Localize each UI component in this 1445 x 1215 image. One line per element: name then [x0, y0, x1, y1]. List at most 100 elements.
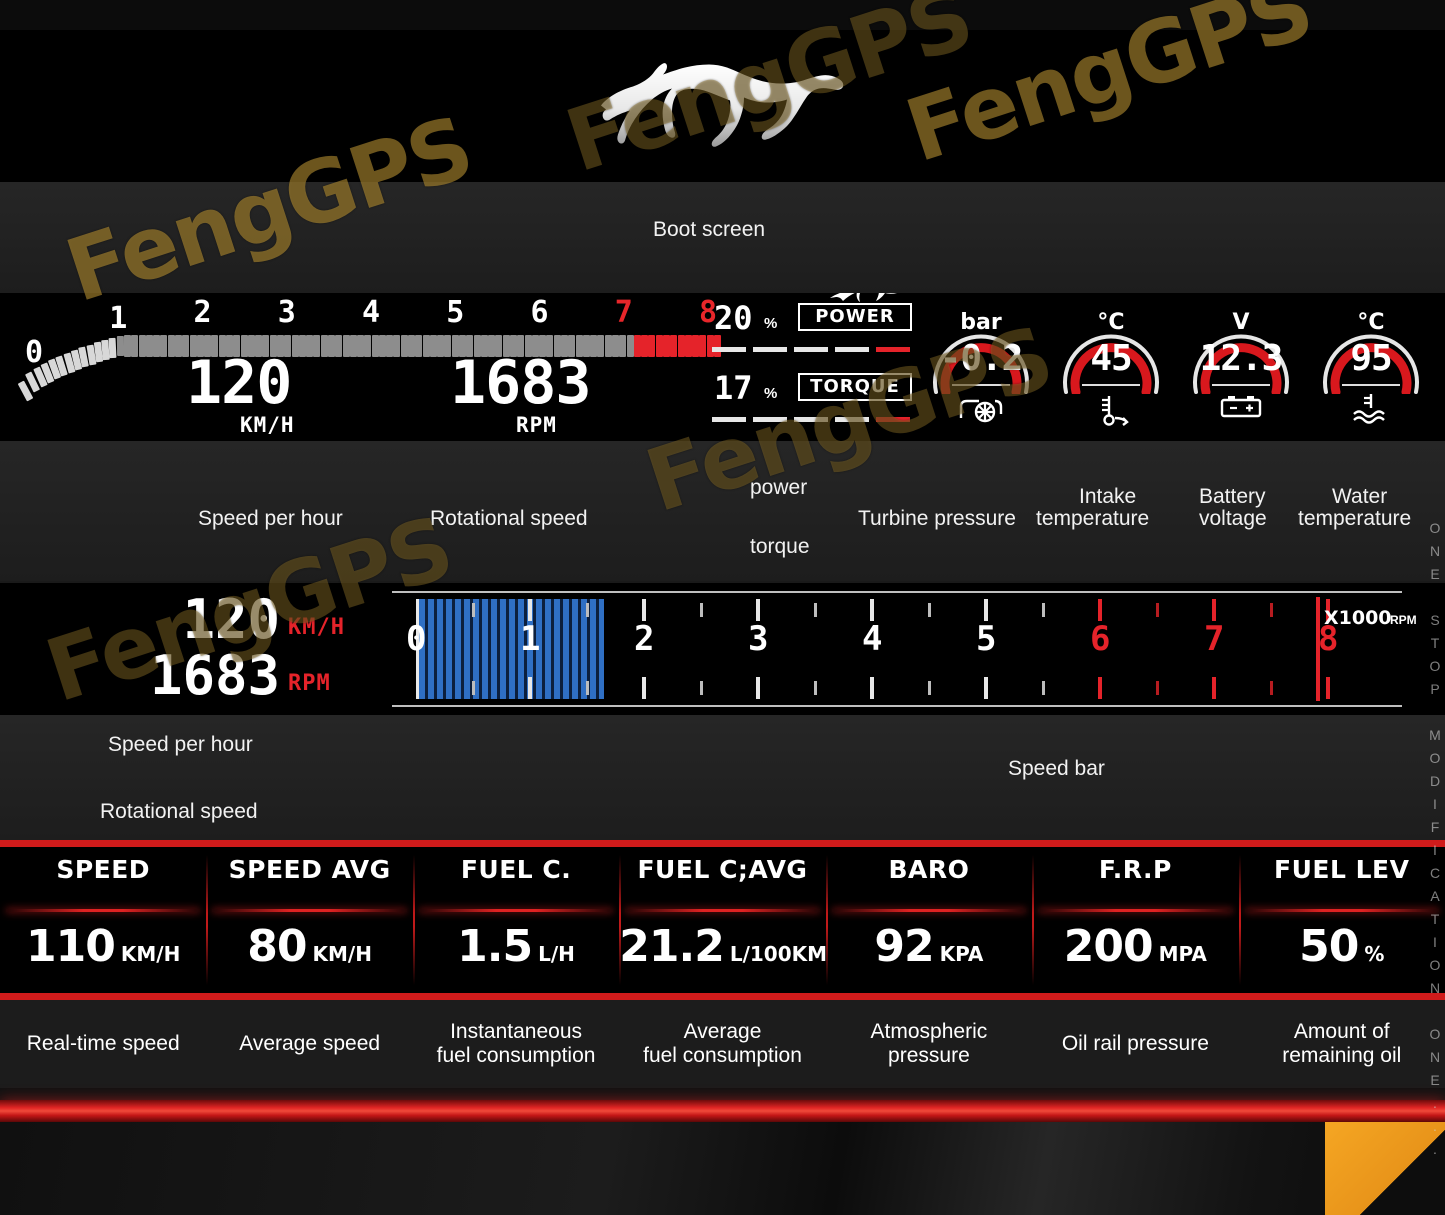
table-value-row: 50% [1239, 921, 1445, 972]
tach-segment [378, 335, 386, 357]
tach-segment [386, 335, 394, 357]
tach-tick-3: 3 [277, 295, 296, 330]
tach-segment [648, 335, 656, 357]
gauge-separator [952, 384, 1010, 386]
caption-speed: Speed per hour [198, 507, 343, 530]
table-column: SPEED AVG 80 KM/H [206, 847, 412, 993]
table-value-row: 1.5 L/H [413, 921, 619, 972]
torque-percent: 17 [714, 369, 753, 407]
torque-percent-symbol: % [764, 385, 778, 402]
tach-segment [167, 335, 175, 357]
battery-icon [1182, 392, 1300, 425]
tach-segment [400, 335, 408, 357]
bar-tick [753, 347, 787, 352]
rpm-tick-label-6: 6 [1090, 619, 1111, 659]
tach-segment [393, 335, 401, 357]
rpm-major-tick [870, 599, 874, 621]
tach-segment [619, 335, 627, 357]
boot-caption: Boot screen [653, 218, 766, 241]
rpm-scale-bar: 0 1 2 3 4 5 6 7 8 X1000 RPM [392, 591, 1417, 707]
bar-tick [835, 417, 869, 422]
table-header: FUEL LEV [1274, 855, 1410, 884]
table-unit: % [1364, 942, 1385, 966]
bottom-red-divider [0, 1100, 1445, 1122]
tach-segment [692, 335, 700, 357]
caption-turbine: Turbine pressure [858, 507, 1016, 530]
bar-speed-value: 120 [182, 588, 280, 651]
table-column: FUEL C. 1.5 L/H [412, 847, 619, 993]
tach-segment [655, 335, 663, 357]
tach-tick-2: 2 [193, 295, 212, 330]
rpm-tick-label-4: 4 [862, 619, 883, 659]
product-infographic-page: Boot screen 012345678 120 KM/H 1683 RPM … [0, 0, 1445, 1215]
rpm-major-tick [1212, 599, 1216, 621]
data-table-panel: SPEED 110 KM/H SPEED AVG 80 KM/H FUEL C. 1.5 L/H… [0, 840, 1445, 1000]
tach-segment [408, 335, 416, 357]
table-description: Average fuel consumption [643, 1019, 802, 1067]
footer-orange-accent [1325, 1122, 1445, 1215]
tach-segment [138, 335, 146, 357]
table-rule [418, 909, 614, 912]
table-rule [1244, 909, 1439, 912]
gauge-cluster: bar -0.2 °C 45 V 12.3 °C 95 [922, 293, 1442, 441]
torque-label: TORQUE [798, 373, 912, 401]
tachometer-display-panel: 012345678 120 KM/H 1683 RPM 20 % POWER 1… [0, 293, 1445, 441]
bar-tick [712, 347, 746, 352]
bar-tick [794, 347, 828, 352]
tach-segment [641, 335, 649, 357]
rpm-major-tick [1098, 677, 1102, 699]
gauge-value: -0.2 [939, 338, 1024, 379]
bar-speed-unit: KM/H [288, 615, 345, 640]
bar-tick [794, 417, 828, 422]
table-rule [212, 909, 407, 912]
footer-background [0, 1122, 1445, 1215]
rpm-tick-label-0: 0 [406, 619, 427, 659]
rpm-multiplier: X1000 [1324, 607, 1392, 629]
table-header: F.R.P [1098, 855, 1172, 884]
rpm-major-tick [528, 599, 532, 621]
rpm-multiplier-unit: RPM [1390, 613, 1417, 627]
tach-segment [153, 335, 161, 357]
caption-bar-label: Speed bar [1008, 757, 1105, 780]
power-bar-graph [712, 341, 912, 357]
boot-screen-panel [0, 30, 1445, 182]
gauge-unit: °C [1357, 310, 1385, 335]
power-percent-symbol: % [764, 315, 778, 332]
rpm-minor-tick [586, 603, 589, 617]
tach-tick-6: 6 [530, 295, 549, 330]
gauge-unit: V [1232, 310, 1250, 335]
rpm-minor-tick [472, 603, 475, 617]
table-description: Average speed [239, 1031, 381, 1055]
rpm-tick-label-5: 5 [976, 619, 997, 659]
bar-tick [876, 347, 910, 352]
turbocharger-icon [922, 392, 1040, 431]
bar-tick [753, 417, 787, 422]
table-unit: L/100KM [729, 942, 828, 966]
tach-segment [131, 335, 139, 357]
gauge-battery: V 12.3 [1182, 296, 1300, 438]
rpm-major-tick [870, 677, 874, 699]
bar-tick [712, 417, 746, 422]
tach-segment [108, 337, 117, 358]
rpm-minor-tick [700, 603, 703, 617]
tach-segment [612, 335, 620, 357]
rpm-tick-label-7: 7 [1204, 619, 1225, 659]
tach-segment [604, 335, 612, 357]
table-header: SPEED AVG [228, 855, 391, 884]
table-caption-row: Real-time speed Average speed Instantaneou… [0, 1000, 1445, 1088]
caption-torque: torque [750, 535, 810, 558]
speed-value: 120 [186, 348, 292, 418]
table-description: Real-time speed [26, 1031, 180, 1055]
table-value: 50 [1299, 921, 1359, 972]
tach-segment [145, 335, 153, 357]
power-row: 20 % POWER [712, 293, 912, 361]
tach-segment [677, 335, 685, 357]
rpm-unit: RPM [516, 413, 557, 437]
rpm-major-tick [1098, 599, 1102, 621]
tach-tick-1: 1 [109, 301, 128, 336]
tach-segment [335, 335, 343, 357]
gauge-separator [1342, 384, 1400, 386]
table-value: 92 [874, 921, 934, 972]
table-unit: KM/H [312, 942, 372, 966]
rpm-major-tick [642, 599, 646, 621]
